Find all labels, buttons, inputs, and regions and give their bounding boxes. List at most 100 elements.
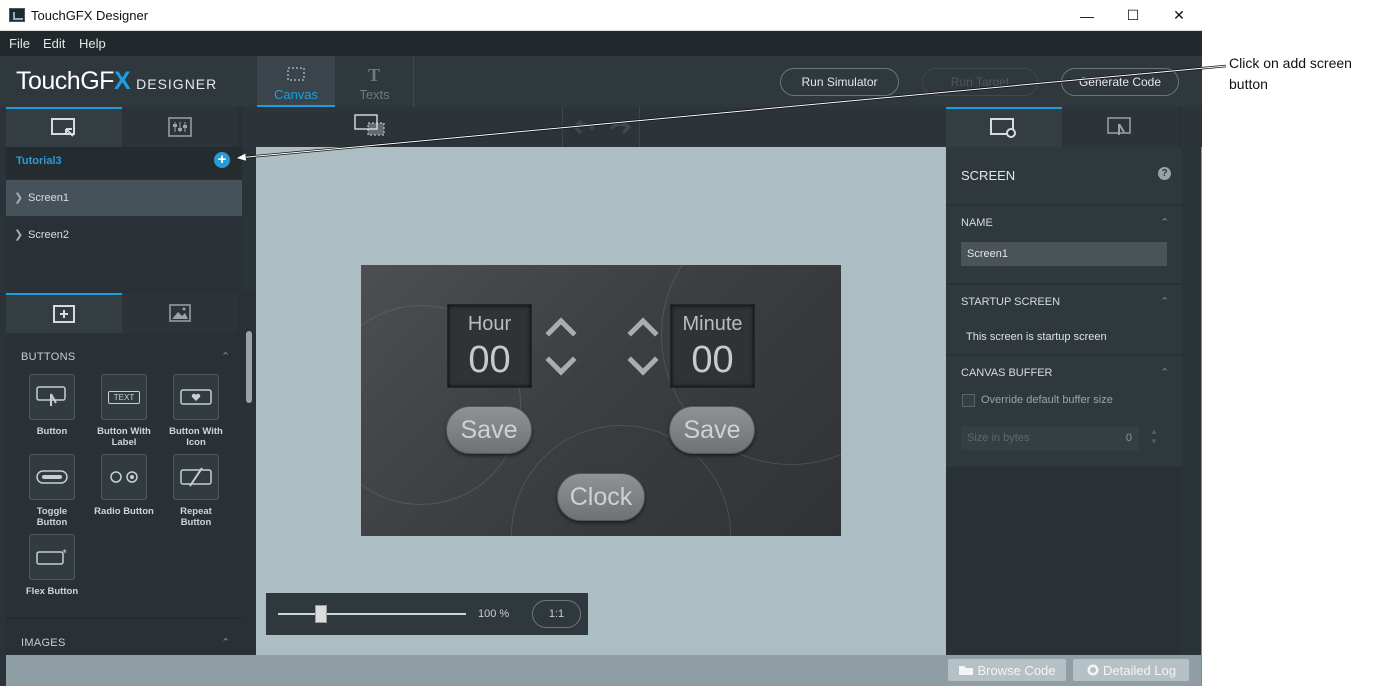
radio-button-icon [101,454,147,500]
save-minute-button[interactable]: Save [669,406,755,454]
widget-button-with-icon[interactable]: Button With Icon [165,374,227,448]
zoom-control: 100 % 1:1 [266,593,588,635]
screen-item-screen2[interactable]: ❯ Screen2 [6,217,242,253]
zoom-slider-track[interactable] [278,613,466,615]
screen-size-icon[interactable] [354,114,386,138]
zoom-value: 100 % [478,608,510,620]
widget-repeat-button[interactable]: Repeat Button [165,454,227,528]
widget-label: Button With Icon [169,426,223,448]
tab-screens[interactable] [6,107,122,147]
add-widget-icon [53,305,75,323]
widget-label: Toggle Button [36,506,68,528]
app-icon [9,8,25,22]
minute-down-arrow-icon[interactable] [627,344,659,376]
sliders-icon [168,117,192,137]
save-hour-button[interactable]: Save [446,406,532,454]
bottom-bar: Browse Code Detailed Log [6,655,1201,686]
screen-item-screen1[interactable]: ❯ Screen1 [6,180,242,216]
widget-button[interactable]: Button [21,374,83,437]
browse-code-button[interactable]: Browse Code [948,659,1066,681]
collapse-icon[interactable]: ⌃ [1160,366,1169,379]
tab-canvas[interactable]: Canvas [257,56,335,107]
touchgfx-window: TouchGFX Designer — ☐ ✕ File Edit Help T… [0,0,1202,686]
minimize-button[interactable]: — [1064,0,1110,31]
tab-widgets[interactable] [6,293,122,333]
screen-preview[interactable]: Hour 00 Minute 00 Save Save Clock [361,265,841,536]
chevron-right-icon: ❯ [14,229,24,241]
name-header: NAME [961,217,993,229]
hour-down-arrow-icon[interactable] [545,344,577,376]
logo-sub: DESIGNER [136,76,218,92]
hour-box: Hour 00 [447,304,532,388]
section-images[interactable]: IMAGES ⌃ [21,637,230,649]
text-button-glyph: TEXT [107,390,141,404]
menu-help[interactable]: Help [79,36,106,51]
canvas-buffer-section: CANVAS BUFFER ⌃ Override default buffer … [946,356,1182,467]
minute-value: 00 [691,339,734,381]
tab-images[interactable] [122,293,238,333]
buffer-stepper-icon[interactable]: ▲ ▼ [1150,427,1158,447]
scrollbar-thumb[interactable] [246,331,252,403]
screen-item-label: Screen2 [28,229,69,241]
buffer-header: CANVAS BUFFER [961,367,1053,379]
clock-button[interactable]: Clock [557,473,645,521]
section-buttons[interactable]: BUTTONS ⌃ [21,351,230,363]
hour-label: Hour [467,313,512,335]
undo-icon[interactable] [573,119,595,135]
left-panel: Tutorial3 + ❯ Screen1 ❯ Screen2 BUTTONS ⌃… [6,107,242,655]
buffer-size-input[interactable]: Size in bytes 0 [961,426,1139,450]
screen-name-input[interactable] [961,242,1167,266]
tab-interactions[interactable] [1062,107,1178,147]
collapse-icon[interactable]: ⌃ [221,636,231,649]
image-icon [169,304,191,322]
generate-code-button[interactable]: Generate Code [1061,68,1179,96]
collapse-icon[interactable]: ⌃ [221,350,231,363]
help-icon[interactable]: ? [1158,167,1171,180]
toggle-button-icon [29,454,75,500]
override-buffer-checkbox[interactable] [962,394,975,407]
logo-main: TouchGF [16,67,114,95]
annotation-text: Click on add screen button [1229,55,1352,92]
widget-label: Flex Button [25,586,79,597]
title-bar: TouchGFX Designer — ☐ ✕ [0,0,1202,31]
menu-file[interactable]: File [9,36,30,51]
canvas-icon [287,67,305,81]
menu-edit[interactable]: Edit [43,36,65,51]
tab-config[interactable] [122,107,238,147]
override-buffer-label: Override default buffer size [981,394,1113,406]
zoom-reset-button[interactable]: 1:1 [532,600,581,628]
maximize-button[interactable]: ☐ [1110,0,1156,31]
widget-flex-button[interactable]: * Flex Button [21,534,83,597]
repeat-button-icon [173,454,219,500]
run-target-button[interactable]: Run Target [922,68,1038,96]
widget-button-with-label[interactable]: TEXT Button With Label [93,374,155,448]
detailed-log-button[interactable]: Detailed Log [1073,659,1189,681]
icon-button-icon [173,374,219,420]
widget-label: Button With Label [97,426,151,448]
widget-toggle-button[interactable]: Toggle Button [21,454,83,528]
divider [6,618,242,619]
project-header: Tutorial3 + [6,147,242,179]
hour-value: 00 [468,339,511,381]
startup-text: This screen is startup screen [966,331,1107,343]
text-button-icon: TEXT [101,374,147,420]
startup-section: STARTUP SCREEN ⌃ This screen is startup … [946,285,1182,354]
tab-screen-properties[interactable] [946,107,1062,147]
collapse-icon[interactable]: ⌃ [1160,216,1169,229]
close-button[interactable]: ✕ [1156,0,1202,31]
add-screen-button[interactable]: + [214,152,230,168]
widget-radio-button[interactable]: Radio Button [93,454,155,517]
buffer-size-value: 0 [1125,432,1132,444]
run-simulator-button[interactable]: Run Simulator [780,68,899,96]
minute-label: Minute [682,313,743,335]
browse-code-label: Browse Code [977,662,1056,678]
collapse-icon[interactable]: ⌃ [1160,295,1169,308]
widget-panel: BUTTONS ⌃ Button TEXT Button With Label B… [6,293,242,655]
svg-text:T: T [368,66,380,84]
tab-texts[interactable]: T Texts [336,56,414,107]
project-name[interactable]: Tutorial3 [16,155,62,167]
search-icon [1087,664,1099,676]
screens-icon [51,118,75,137]
zoom-slider-handle[interactable] [315,605,327,623]
redo-icon[interactable] [609,119,631,135]
